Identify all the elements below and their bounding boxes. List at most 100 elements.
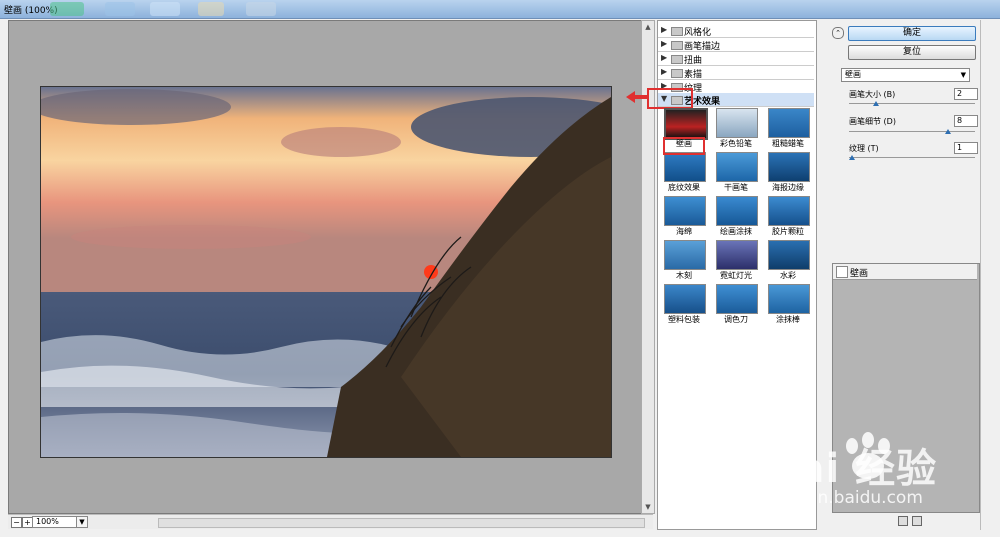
- effect-layer-row[interactable]: 壁画: [833, 264, 977, 280]
- filter-folder[interactable]: ▶ 风格化: [658, 24, 814, 38]
- window-title-bar: 壁画 (100%): [0, 0, 1000, 19]
- thumbnail-image: [768, 284, 810, 314]
- delete-layer-icon[interactable]: [912, 516, 922, 526]
- filter-thumbnail-label: 绘画涂抹: [720, 227, 752, 236]
- filter-folder-label: 风格化: [684, 28, 712, 38]
- filter-folder[interactable]: ▶ 画笔描边: [658, 38, 814, 52]
- scroll-down-icon[interactable]: ▼: [644, 503, 652, 511]
- effect-layer-name: 壁画: [850, 269, 869, 279]
- filter-select[interactable]: 壁画 ▼: [841, 68, 970, 82]
- filter-thumbnail[interactable]: 胶片颗粒: [763, 196, 815, 240]
- taskbar-icon-blur: [150, 2, 180, 16]
- thumbnail-image: [664, 240, 706, 270]
- texture-slider-thumb[interactable]: [849, 155, 855, 160]
- filter-thumbnail[interactable]: 霓虹灯光: [711, 240, 763, 284]
- folder-icon: [671, 27, 683, 36]
- preview-status-bar: − + 100% ▼: [8, 514, 653, 529]
- taskbar-icon-blur: [105, 2, 135, 16]
- brush-detail-label: 画笔细节 (D): [849, 117, 896, 126]
- thumbnail-image: [768, 240, 810, 270]
- folder-icon: [671, 41, 683, 50]
- filter-folder-label: 扭曲: [684, 56, 703, 66]
- zoom-level-field[interactable]: 100%: [32, 516, 77, 528]
- highlight-box: [663, 137, 705, 155]
- filter-thumbnail-label: 海绵: [676, 227, 692, 236]
- filter-thumbnail[interactable]: 涂抹棒: [763, 284, 815, 328]
- texture-label: 纹理 (T): [849, 144, 879, 153]
- brush-size-slider[interactable]: [849, 103, 975, 104]
- thumbnail-image: [716, 152, 758, 182]
- brush-detail-input[interactable]: 8: [954, 115, 978, 127]
- thumbnail-image: [664, 152, 706, 182]
- expand-arrow-icon: ▶: [661, 25, 668, 34]
- filter-thumbnail[interactable]: 水彩: [763, 240, 815, 284]
- zoom-out-button[interactable]: −: [11, 517, 22, 528]
- texture-slider[interactable]: [849, 157, 975, 158]
- brush-detail-slider-thumb[interactable]: [945, 129, 951, 134]
- filter-thumbnail[interactable]: 粗糙蜡笔: [763, 108, 815, 152]
- filter-thumbnail[interactable]: 彩色铅笔: [711, 108, 763, 152]
- texture-input[interactable]: 1: [954, 142, 978, 154]
- filter-thumbnail-label: 底纹效果: [668, 183, 700, 192]
- new-layer-icon[interactable]: [898, 516, 908, 526]
- filter-thumbnail-label: 粗糙蜡笔: [772, 139, 804, 148]
- filter-thumbnail[interactable]: 塑料包装: [659, 284, 711, 328]
- thumbnail-image: [664, 108, 708, 140]
- expand-arrow-icon: ▶: [661, 53, 668, 62]
- watermark-url: jingyan.baidu.com: [766, 488, 923, 508]
- zoom-dropdown-icon[interactable]: ▼: [76, 516, 88, 528]
- thumbnail-image: [768, 152, 810, 182]
- filter-thumbnail[interactable]: 木刻: [659, 240, 711, 284]
- seascape-photo: [41, 87, 611, 457]
- filter-thumbnail-label: 海报边缘: [772, 183, 804, 192]
- filter-thumbnail-label: 调色刀: [724, 315, 748, 324]
- thumbnail-image: [716, 196, 758, 226]
- filter-thumbnail[interactable]: 海报边缘: [763, 152, 815, 196]
- highlight-box: [647, 88, 693, 109]
- filter-thumbnail-label: 塑料包装: [668, 315, 700, 324]
- filter-thumbnail-label: 水彩: [780, 271, 796, 280]
- scroll-up-icon[interactable]: ▲: [644, 23, 652, 31]
- filter-select-value: 壁画: [845, 70, 861, 79]
- filter-thumbnail[interactable]: 调色刀: [711, 284, 763, 328]
- filter-thumbnail[interactable]: 海绵: [659, 196, 711, 240]
- filter-thumbnail-label: 胶片颗粒: [772, 227, 804, 236]
- expand-arrow-icon: ▶: [661, 39, 668, 48]
- preview-horizontal-scrollbar[interactable]: [158, 518, 645, 528]
- taskbar-icon-blur: [198, 2, 224, 16]
- filter-thumbnail-label: 涂抹棒: [776, 315, 800, 324]
- thumbnail-image: [716, 240, 758, 270]
- folder-icon: [671, 55, 683, 64]
- collapse-icon[interactable]: ⌃: [832, 27, 844, 39]
- reset-button[interactable]: 复位: [848, 45, 976, 60]
- filter-folder-label: 素描: [684, 70, 703, 80]
- filter-thumbnail[interactable]: 干画笔: [711, 152, 763, 196]
- brush-size-input[interactable]: 2: [954, 88, 978, 100]
- thumbnail-image: [768, 108, 810, 138]
- thumbnail-image: [768, 196, 810, 226]
- baidu-watermark: Bai 经验 jingyan.baidu.com: [748, 430, 993, 515]
- brush-detail-slider[interactable]: [849, 131, 975, 132]
- red-arrow-icon: [626, 91, 647, 103]
- filter-thumbnail-label: 彩色铅笔: [720, 139, 752, 148]
- filter-thumbnail-label: 木刻: [676, 271, 692, 280]
- taskbar-icon-blur: [246, 2, 276, 16]
- filter-folder[interactable]: ▶ 扭曲: [658, 52, 814, 66]
- filter-thumbnail-label: 霓虹灯光: [720, 271, 752, 280]
- chevron-down-icon: ▼: [960, 71, 966, 79]
- filter-thumbnail-label: 干画笔: [724, 183, 748, 192]
- thumbnail-image: [716, 284, 758, 314]
- folder-icon: [671, 69, 683, 78]
- filter-thumbnail[interactable]: 绘画涂抹: [711, 196, 763, 240]
- filter-folder-label: 画笔描边: [684, 42, 721, 52]
- thumbnail-image: [716, 108, 758, 138]
- brush-size-label: 画笔大小 (B): [849, 90, 896, 99]
- expand-arrow-icon: ▶: [661, 67, 668, 76]
- preview-image[interactable]: [40, 86, 612, 458]
- brush-size-slider-thumb[interactable]: [873, 101, 879, 106]
- filter-thumbnail[interactable]: 底纹效果: [659, 152, 711, 196]
- filter-folder[interactable]: ▶ 素描: [658, 66, 814, 80]
- layer-visibility-checkbox[interactable]: [836, 266, 848, 278]
- ok-button[interactable]: 确定: [848, 26, 976, 41]
- baidu-paw-icon: [846, 432, 890, 479]
